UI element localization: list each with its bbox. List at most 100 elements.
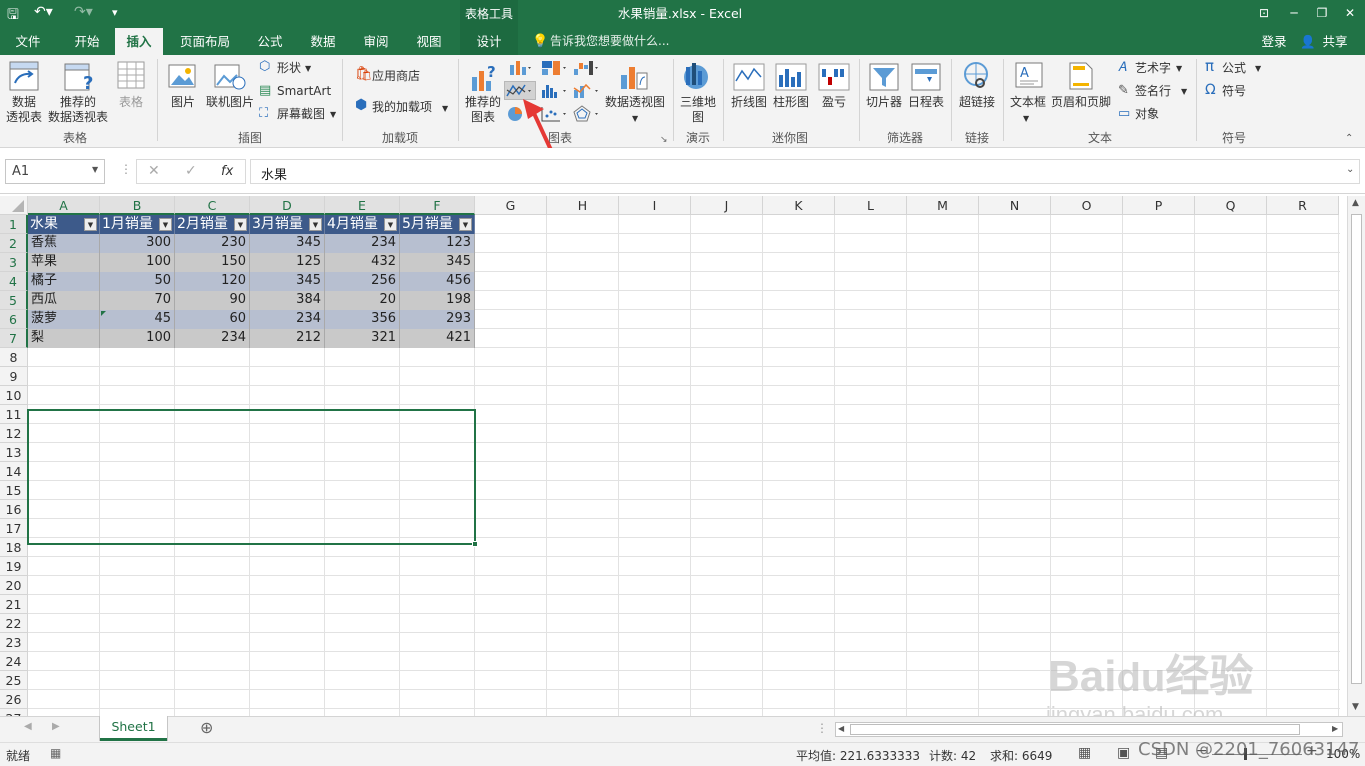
row-header[interactable]: 6 <box>0 310 28 329</box>
column-header[interactable]: K <box>763 196 835 215</box>
scroll-right-icon[interactable]: ▶ <box>1332 724 1338 733</box>
row-header[interactable]: 24 <box>0 652 28 671</box>
table-cell[interactable]: 150 <box>175 253 250 272</box>
ribbon-display-icon[interactable]: ⊡ <box>1250 0 1278 28</box>
screenshot-button[interactable]: 屏幕截图 <box>277 107 325 122</box>
expand-formula-icon[interactable]: ⌄ <box>1346 164 1354 175</box>
row-header[interactable]: 23 <box>0 633 28 652</box>
horizontal-scrollbar[interactable]: ◀ ▶ <box>835 722 1343 737</box>
column-header[interactable]: A <box>28 196 100 215</box>
column-header[interactable]: O <box>1051 196 1123 215</box>
row-header[interactable]: 22 <box>0 614 28 633</box>
column-header[interactable]: M <box>907 196 979 215</box>
filter-dropdown-icon[interactable]: ▼ <box>384 218 397 231</box>
table-cell[interactable]: 300 <box>100 234 175 253</box>
table-cell[interactable]: 198 <box>400 291 475 310</box>
row-header[interactable]: 17 <box>0 519 28 538</box>
enter-button[interactable]: ✓ <box>185 163 197 179</box>
table-cell[interactable]: 香蕉 <box>28 234 100 253</box>
table-cell[interactable]: 100 <box>100 329 175 348</box>
table-cell[interactable]: 345 <box>250 272 325 291</box>
tell-me-input[interactable]: 告诉我您想要做什么... <box>550 28 680 55</box>
split-handle-icon[interactable]: ⋮ <box>816 721 828 735</box>
column-header[interactable]: C <box>175 196 250 215</box>
table-cell[interactable]: 456 <box>400 272 475 291</box>
row-header[interactable]: 14 <box>0 462 28 481</box>
filter-dropdown-icon[interactable]: ▼ <box>459 218 472 231</box>
table-cell[interactable]: 356 <box>325 310 400 329</box>
page-layout-view-icon[interactable]: ▣ <box>1117 745 1130 761</box>
shapes-button[interactable]: 形状 <box>277 61 301 76</box>
scroll-left-icon[interactable]: ◀ <box>838 724 844 733</box>
column-header[interactable]: H <box>547 196 619 215</box>
share-button[interactable]: 共享 <box>1318 28 1352 55</box>
table-cell[interactable]: 50 <box>100 272 175 291</box>
table-cell[interactable]: 234 <box>175 329 250 348</box>
sign-in-link[interactable]: 登录 <box>1254 28 1294 55</box>
table-cell[interactable]: 120 <box>175 272 250 291</box>
object-button[interactable]: 对象 <box>1135 107 1159 122</box>
combo-chart-icon[interactable] <box>572 82 602 100</box>
restore-button[interactable]: ❐ <box>1308 0 1336 28</box>
table-cell[interactable]: 432 <box>325 253 400 272</box>
row-header[interactable]: 1 <box>0 215 28 234</box>
table-cell[interactable]: 90 <box>175 291 250 310</box>
minimize-button[interactable]: ─ <box>1280 0 1308 28</box>
row-header[interactable]: 20 <box>0 576 28 595</box>
row-header[interactable]: 4 <box>0 272 28 291</box>
scroll-down-icon[interactable]: ▼ <box>1352 702 1359 712</box>
row-header[interactable]: 16 <box>0 500 28 519</box>
row-header[interactable]: 25 <box>0 671 28 690</box>
column-header[interactable]: F <box>400 196 475 215</box>
table-cell[interactable]: 20 <box>325 291 400 310</box>
row-header[interactable]: 12 <box>0 424 28 443</box>
column-header[interactable]: N <box>979 196 1051 215</box>
redo-icon[interactable]: ↷▾ <box>74 4 93 20</box>
tab-design[interactable]: 设计 <box>460 28 518 55</box>
filter-dropdown-icon[interactable]: ▼ <box>234 218 247 231</box>
filter-dropdown-icon[interactable]: ▼ <box>159 218 172 231</box>
fill-handle[interactable] <box>472 541 478 547</box>
table-cell[interactable]: 293 <box>400 310 475 329</box>
my-addins-button[interactable]: 我的加载项 <box>372 100 432 115</box>
customize-qat-icon[interactable]: ▾ <box>112 6 118 19</box>
picture-button[interactable]: 图片 <box>163 95 203 110</box>
recommended-pivot-button[interactable]: 推荐的 数据透视表 <box>46 95 110 125</box>
tab-insert[interactable]: 插入 <box>115 28 163 55</box>
column-header[interactable]: B <box>100 196 175 215</box>
insert-function-button[interactable]: fx <box>221 164 233 179</box>
pivot-table-button[interactable]: 数据 透视表 <box>3 95 45 125</box>
row-header[interactable]: 7 <box>0 329 28 348</box>
tab-file[interactable]: 文件 <box>6 28 50 55</box>
store-button[interactable]: 应用商店 <box>372 69 420 84</box>
column-header[interactable]: P <box>1123 196 1195 215</box>
waterfall-chart-icon[interactable] <box>572 59 602 77</box>
macro-record-icon[interactable]: ▦ <box>50 746 61 760</box>
column-header[interactable]: I <box>619 196 691 215</box>
tab-review[interactable]: 审阅 <box>354 28 398 55</box>
textbox-button[interactable]: 文本框 <box>1006 95 1050 110</box>
slicer-button[interactable]: 切片器 <box>864 95 904 110</box>
column-header[interactable]: L <box>835 196 907 215</box>
table-button[interactable]: 表格 <box>112 95 150 110</box>
table-cell[interactable]: 菠萝 <box>28 310 100 329</box>
table-cell[interactable]: 321 <box>325 329 400 348</box>
symbol-button[interactable]: 符号 <box>1222 84 1246 99</box>
equation-button[interactable]: 公式 <box>1222 61 1246 76</box>
undo-icon[interactable]: ↶▾ <box>34 4 53 20</box>
hierarchy-chart-icon[interactable] <box>540 59 570 77</box>
column-header[interactable]: Q <box>1195 196 1267 215</box>
column-header[interactable]: G <box>475 196 547 215</box>
sheet-tab-sheet1[interactable]: Sheet1 <box>100 716 167 741</box>
table-cell[interactable]: 125 <box>250 253 325 272</box>
sparkline-winloss-button[interactable]: 盈亏 <box>813 95 855 110</box>
row-header[interactable]: 3 <box>0 253 28 272</box>
table-cell[interactable]: 梨 <box>28 329 100 348</box>
header-footer-button[interactable]: 页眉和页脚 <box>1050 95 1112 110</box>
table-cell[interactable]: 230 <box>175 234 250 253</box>
close-button[interactable]: ✕ <box>1336 0 1364 28</box>
tab-view[interactable]: 视图 <box>407 28 451 55</box>
tab-page-layout[interactable]: 页面布局 <box>172 28 238 55</box>
row-header[interactable]: 21 <box>0 595 28 614</box>
row-header[interactable]: 18 <box>0 538 28 557</box>
